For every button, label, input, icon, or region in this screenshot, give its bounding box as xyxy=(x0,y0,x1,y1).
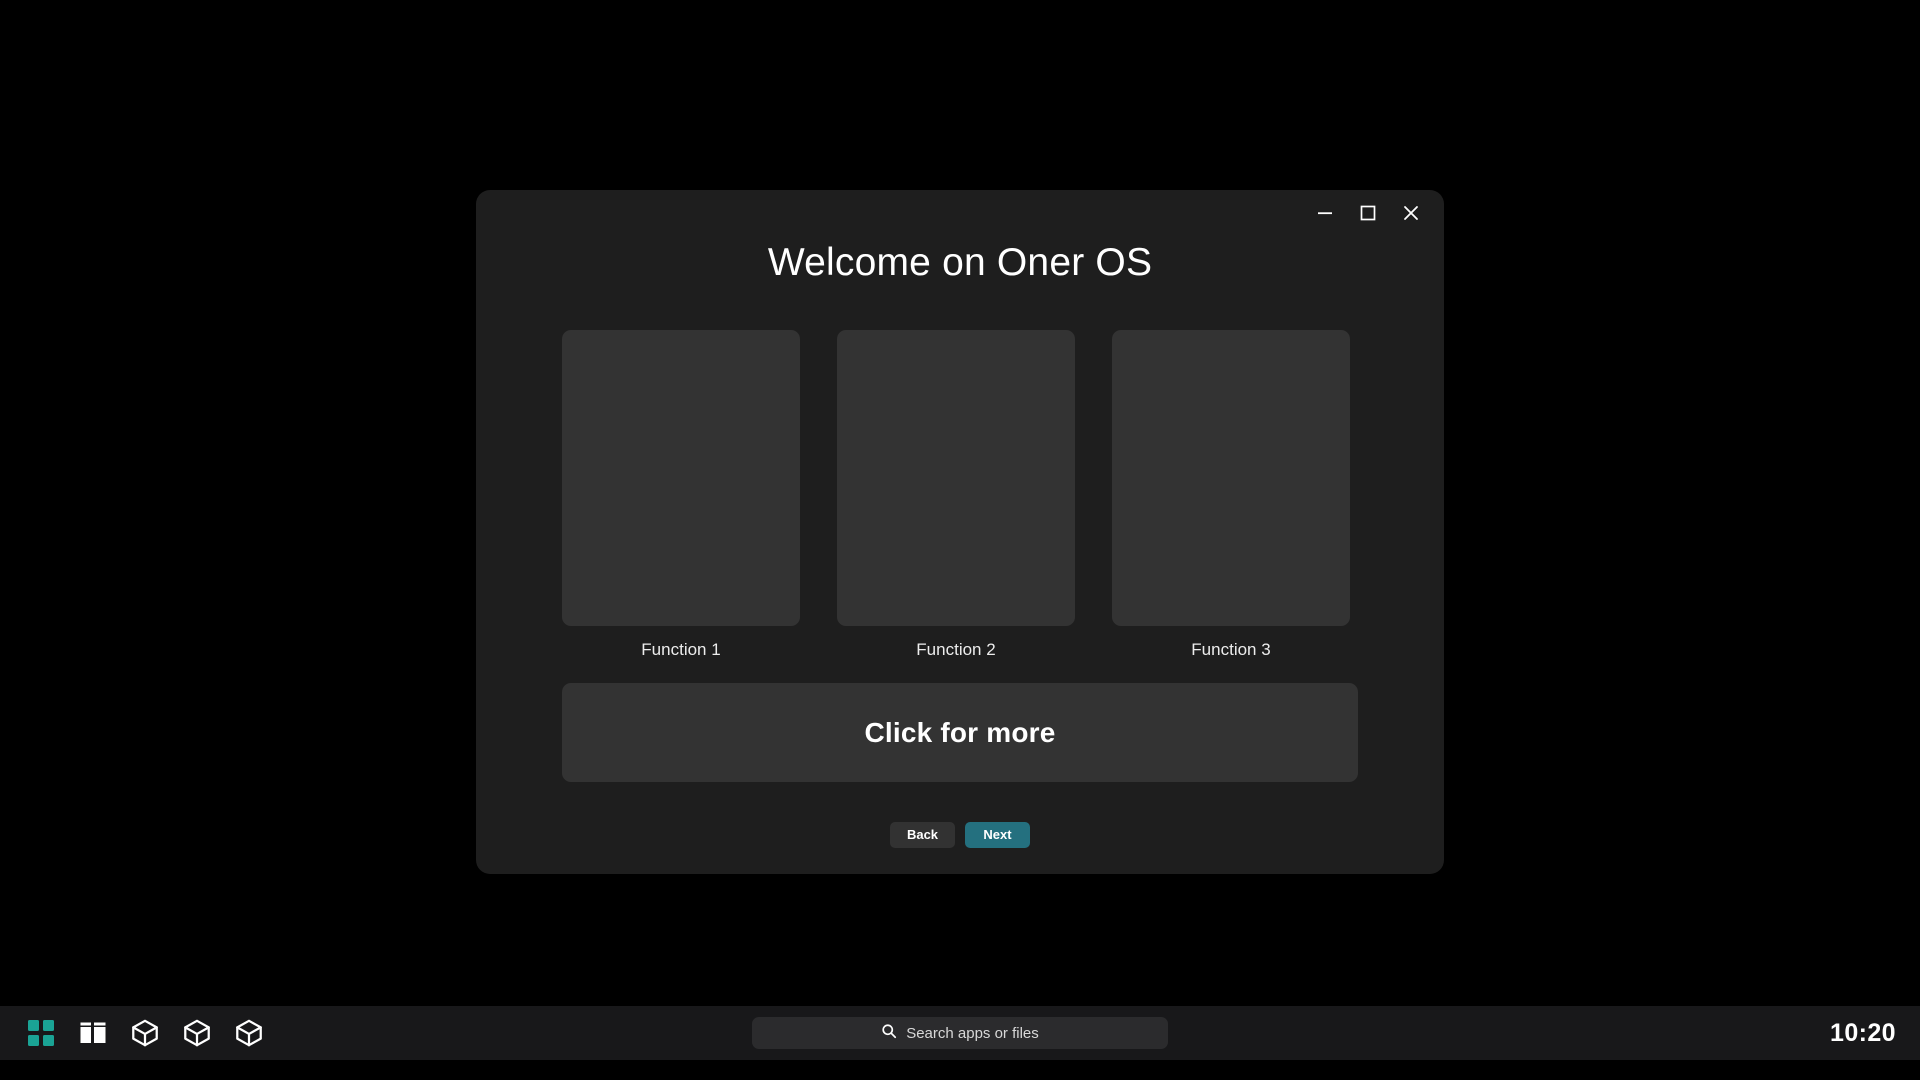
function-card-3: Function 3 xyxy=(1112,330,1350,662)
function-card-1-thumbnail[interactable] xyxy=(562,330,800,626)
click-for-more-panel[interactable]: Click for more xyxy=(562,683,1358,782)
minimize-icon xyxy=(1315,203,1335,223)
minimize-button[interactable] xyxy=(1312,200,1338,226)
maximize-icon xyxy=(1358,203,1378,223)
app-launcher-icon xyxy=(26,1018,56,1048)
function-card-1: Function 1 xyxy=(562,330,800,662)
search-placeholder-text: Search apps or files xyxy=(906,1024,1039,1042)
cube-icon-1 xyxy=(130,1018,160,1048)
taskbar-icon-group xyxy=(22,1006,268,1060)
app-launcher-button[interactable] xyxy=(22,1014,60,1052)
cube-app-button-2[interactable] xyxy=(178,1014,216,1052)
function-cards: Function 1 Function 2 Function 3 xyxy=(562,330,1358,662)
page-title: Welcome on Oner OS xyxy=(767,241,1153,284)
cube-app-button-1[interactable] xyxy=(126,1014,164,1052)
welcome-window: Welcome on Oner OS Function 1 Function 2… xyxy=(476,190,1444,874)
search-input[interactable]: Search apps or files xyxy=(752,1017,1168,1049)
back-button[interactable]: Back xyxy=(890,822,955,848)
function-card-2: Function 2 xyxy=(837,330,1075,662)
next-button[interactable]: Next xyxy=(965,822,1030,848)
clock[interactable]: 10:20 xyxy=(1830,1020,1896,1046)
desktop: Welcome on Oner OS Function 1 Function 2… xyxy=(0,0,1920,1080)
function-card-3-thumbnail[interactable] xyxy=(1112,330,1350,626)
cube-icon-2 xyxy=(182,1018,212,1048)
cube-app-button-3[interactable] xyxy=(230,1014,268,1052)
function-card-1-label: Function 1 xyxy=(641,640,721,659)
wizard-navigation: Back Next xyxy=(476,822,1444,848)
function-card-3-label: Function 3 xyxy=(1191,640,1271,659)
close-button[interactable] xyxy=(1398,200,1424,226)
taskbar-status-area: 10:20 xyxy=(1830,1006,1896,1060)
cube-icon-3 xyxy=(234,1018,264,1048)
window-titlebar xyxy=(476,190,1444,236)
close-icon xyxy=(1401,203,1421,223)
search-icon xyxy=(881,1023,897,1044)
click-for-more-label: Click for more xyxy=(864,716,1056,748)
function-card-2-thumbnail[interactable] xyxy=(837,330,1075,626)
taskbar: Search apps or files 10:20 xyxy=(0,1006,1920,1060)
window-panels-button[interactable] xyxy=(74,1014,112,1052)
taskbar-search-area: Search apps or files xyxy=(0,1006,1920,1060)
function-card-2-label: Function 2 xyxy=(916,640,996,659)
maximize-button[interactable] xyxy=(1355,200,1381,226)
window-panels-icon xyxy=(79,1019,107,1047)
